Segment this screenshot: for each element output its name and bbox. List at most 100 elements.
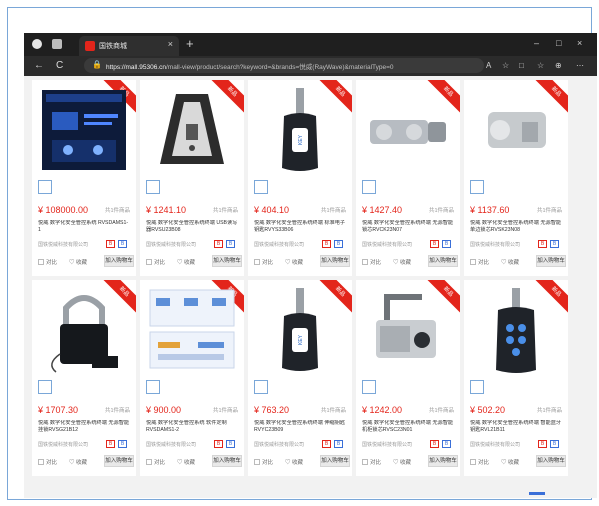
favorite-button[interactable]: ♡ 收藏: [177, 258, 195, 266]
product-card[interactable]: 新品 ¥ 1137.60 共1件商品 悦威 数字化安全管控系统终端 无源智能单边锁芯R…: [464, 80, 568, 276]
product-card[interactable]: 新品 ¥ 502.20 共1件商品 悦威 数字化安全管控系统终端 智能蓝牙钥匙RVL2…: [464, 280, 568, 476]
product-image[interactable]: [362, 84, 454, 176]
product-card[interactable]: 新品 ¥ 1242.00 共1件商品 悦威 数字化安全管控系统终端 无源智能机柜锁芯R…: [356, 280, 460, 476]
favorite-button[interactable]: ♡ 收藏: [393, 258, 411, 266]
add-to-cart-button[interactable]: 加入购物车: [428, 255, 458, 267]
new-tab-button[interactable]: +: [186, 36, 194, 51]
compare-checkbox[interactable]: 对比: [254, 258, 273, 266]
split-screen-icon[interactable]: □: [519, 61, 524, 70]
address-bar[interactable]: 🔒 https://mall.95306.cn/mall-view/produc…: [84, 58, 484, 73]
shop-name[interactable]: 国铁悦威科技有限公司: [38, 241, 88, 248]
shop-tag-b: B: [442, 440, 451, 448]
product-thumbnail[interactable]: [38, 180, 52, 194]
favorite-star-icon[interactable]: ☆: [502, 61, 509, 70]
add-to-cart-button[interactable]: 加入购物车: [536, 455, 566, 467]
add-to-cart-button[interactable]: 加入购物车: [212, 255, 242, 267]
tab-title: 国铁商城: [99, 43, 127, 50]
maximize-button[interactable]: □: [556, 38, 561, 48]
product-name[interactable]: 悦威 数字化安全管控系统 RVSDAMS1-1: [38, 220, 130, 234]
product-card[interactable]: 新品 ¥ 1241.10 共1件商品 悦威 数字化安全管控系统终端 USB读写器RVS…: [140, 80, 244, 276]
favorite-button[interactable]: ♡ 收藏: [177, 458, 195, 466]
profile-icon[interactable]: [32, 39, 42, 49]
add-to-cart-button[interactable]: 加入购物车: [212, 455, 242, 467]
product-image[interactable]: [470, 84, 562, 176]
product-name[interactable]: 悦威 数字化安全管控系统终端 无源智能单边锁芯RVSK23N08: [470, 220, 562, 234]
product-card[interactable]: 新品¥ 108000.00共1件商品悦威 数字化安全管控系统 RVSDAMS1-…: [32, 80, 136, 276]
compare-checkbox[interactable]: 对比: [146, 458, 165, 466]
compare-checkbox[interactable]: 对比: [470, 258, 489, 266]
tab-mall[interactable]: 国铁商城 ×: [79, 36, 179, 56]
add-to-cart-button[interactable]: 加入购物车: [536, 255, 566, 267]
favorite-button[interactable]: ♡ 收藏: [285, 458, 303, 466]
extensions-icon[interactable]: ⊕: [555, 61, 562, 70]
favorite-button[interactable]: ♡ 收藏: [393, 458, 411, 466]
read-aloud-icon[interactable]: A: [486, 61, 491, 70]
product-name[interactable]: 悦威 数字化安全管控系统终端 智能蓝牙钥匙RVL21B11: [470, 420, 562, 434]
add-to-cart-button[interactable]: 加入购物车: [104, 455, 134, 467]
favorite-button[interactable]: ♡ 收藏: [69, 258, 87, 266]
product-card[interactable]: 新品¥ 900.00共1件商品悦威 数字化安全管控系统 软件定制RVSDAMS1…: [140, 280, 244, 476]
product-name[interactable]: 悦威 数字化安全管控系统终端 伸缩钥匙RVYC23B09: [254, 420, 346, 434]
product-name[interactable]: 悦威 数字化安全管控系统终端 无源智能挂锁RVSG21B12: [38, 420, 130, 434]
add-to-cart-button[interactable]: 加入购物车: [428, 455, 458, 467]
compare-checkbox[interactable]: 对比: [146, 258, 165, 266]
compare-checkbox[interactable]: 对比: [38, 458, 57, 466]
favorite-button[interactable]: ♡ 收藏: [285, 258, 303, 266]
product-card[interactable]: 新品 ¥ 1427.40 共1件商品 悦威 数字化安全管控系统终端 无源智能锁芯RVC…: [356, 80, 460, 276]
product-name[interactable]: 悦威 数字化安全管控系统终端 标准电子钥匙RVYS33B06: [254, 220, 346, 234]
product-thumbnail[interactable]: [362, 380, 376, 394]
product-thumbnail[interactable]: [254, 180, 268, 194]
compare-checkbox[interactable]: 对比: [38, 258, 57, 266]
product-name[interactable]: 悦威 数字化安全管控系统终端 无源智能锁芯RVCK23N07: [362, 220, 454, 234]
product-name[interactable]: 悦威 数字化安全管控系统终端 无源智能机柜锁芯RVSC23N01: [362, 420, 454, 434]
minimize-button[interactable]: –: [534, 38, 539, 48]
shop-name[interactable]: 国铁悦威科技有限公司: [470, 441, 520, 448]
compare-checkbox[interactable]: 对比: [254, 458, 273, 466]
product-image[interactable]: [470, 284, 562, 376]
compare-checkbox[interactable]: 对比: [470, 458, 489, 466]
product-thumbnail[interactable]: [362, 180, 376, 194]
shop-name[interactable]: 国铁悦威科技有限公司: [254, 241, 304, 248]
compare-checkbox[interactable]: 对比: [362, 458, 381, 466]
product-name[interactable]: 悦威 数字化安全管控系统 软件定制RVSDAMS1-2: [146, 420, 238, 434]
shop-name[interactable]: 国铁悦威科技有限公司: [146, 241, 196, 248]
product-image[interactable]: KEY: [254, 84, 346, 176]
shop-name[interactable]: 国铁悦威科技有限公司: [470, 241, 520, 248]
favorites-icon[interactable]: ☆: [537, 61, 544, 70]
tab-close-icon[interactable]: ×: [168, 39, 173, 49]
product-thumbnail[interactable]: [254, 380, 268, 394]
refresh-button[interactable]: C: [56, 60, 63, 71]
add-to-cart-button[interactable]: 加入购物车: [104, 255, 134, 267]
back-button[interactable]: ←: [34, 60, 44, 71]
product-image[interactable]: [362, 284, 454, 376]
add-to-cart-button[interactable]: 加入购物车: [320, 255, 350, 267]
favorite-button[interactable]: ♡ 收藏: [501, 258, 519, 266]
shop-name[interactable]: 国铁悦威科技有限公司: [146, 441, 196, 448]
shop-name[interactable]: 国铁悦威科技有限公司: [362, 441, 412, 448]
favorite-button[interactable]: ♡ 收藏: [501, 458, 519, 466]
product-image[interactable]: [38, 284, 130, 376]
compare-checkbox[interactable]: 对比: [362, 258, 381, 266]
product-image[interactable]: KEY: [254, 284, 346, 376]
product-image[interactable]: [146, 284, 238, 376]
product-thumbnail[interactable]: [38, 380, 52, 394]
product-name[interactable]: 悦威 数字化安全管控系统终端 USB读写器RVSU23B08: [146, 220, 238, 234]
product-card[interactable]: 新品 KEY ¥ 763.20 共1件商品 悦威 数字化安全管控系统终端 伸缩钥匙RVY…: [248, 280, 352, 476]
close-window-button[interactable]: ×: [577, 38, 582, 48]
scroll-indicator[interactable]: [529, 492, 545, 495]
favorite-button[interactable]: ♡ 收藏: [69, 458, 87, 466]
shop-name[interactable]: 国铁悦威科技有限公司: [254, 441, 304, 448]
product-card[interactable]: 新品 KEY ¥ 404.10 共1件商品 悦威 数字化安全管控系统终端 标准电子钥匙R…: [248, 80, 352, 276]
product-thumbnail[interactable]: [146, 180, 160, 194]
product-thumbnail[interactable]: [470, 380, 484, 394]
workspaces-icon[interactable]: [52, 39, 62, 49]
product-card[interactable]: 新品 ¥ 1707.30 共1件商品 悦威 数字化安全管控系统终端 无源智能挂锁RVS…: [32, 280, 136, 476]
shop-name[interactable]: 国铁悦威科技有限公司: [362, 241, 412, 248]
product-thumbnail[interactable]: [470, 180, 484, 194]
add-to-cart-button[interactable]: 加入购物车: [320, 455, 350, 467]
product-image[interactable]: [146, 84, 238, 176]
more-icon[interactable]: ⋯: [576, 61, 584, 70]
product-thumbnail[interactable]: [146, 380, 160, 394]
shop-name[interactable]: 国铁悦威科技有限公司: [38, 441, 88, 448]
product-image[interactable]: [38, 84, 130, 176]
